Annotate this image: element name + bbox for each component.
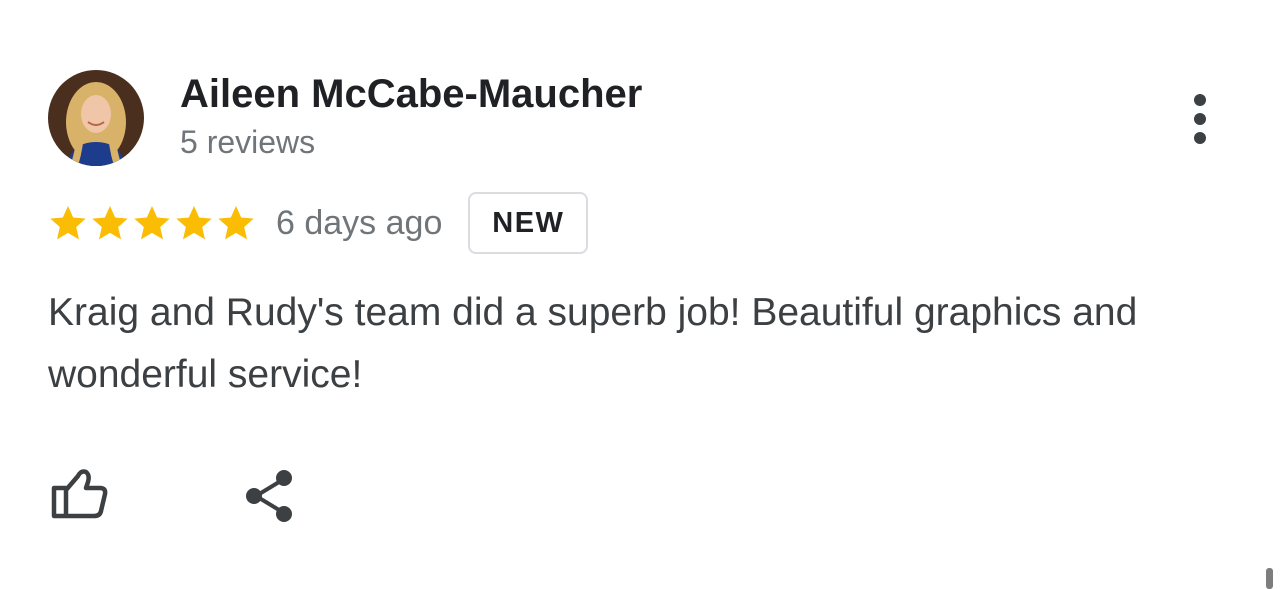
star-icon (176, 206, 212, 240)
thumb-up-icon (51, 469, 108, 519)
review-text: Kraig and Rudy's team did a superb job! … (48, 291, 1138, 396)
scrollbar-thumb[interactable] (1266, 568, 1273, 589)
more-options-button[interactable] (1184, 92, 1216, 146)
more-vertical-icon (1194, 94, 1206, 144)
star-icon (218, 206, 254, 240)
avatar[interactable] (48, 70, 144, 166)
star-icon (134, 206, 170, 240)
review-time: 6 days ago (276, 203, 443, 242)
star-icon (50, 206, 86, 240)
avatar-photo-icon (48, 70, 144, 166)
like-button[interactable] (48, 466, 110, 522)
reviewer-review-count: 5 reviews (180, 124, 316, 160)
share-button[interactable] (244, 468, 296, 524)
star-icon (92, 206, 128, 240)
star-rating (48, 203, 258, 243)
reviewer-name[interactable]: Aileen McCabe-Maucher (180, 72, 642, 117)
share-icon (246, 470, 292, 522)
rating-row: 6 days ago NEW (48, 190, 589, 256)
new-badge: NEW (468, 192, 589, 254)
